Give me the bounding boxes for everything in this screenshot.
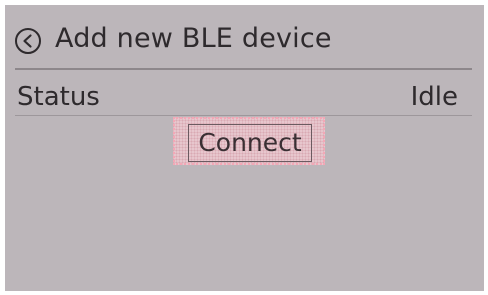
status-label: Status [17, 82, 100, 112]
header-divider [15, 68, 472, 70]
ble-device-screen: Add new BLE device Status Idle Connect [5, 5, 484, 291]
status-row: Status Idle [5, 77, 484, 117]
back-button[interactable] [14, 27, 42, 55]
status-divider [15, 115, 472, 116]
chevron-left-circle-icon [15, 28, 41, 54]
page-title: Add new BLE device [55, 23, 332, 54]
status-value: Idle [410, 82, 458, 112]
connect-button[interactable]: Connect [188, 124, 312, 162]
header: Add new BLE device [5, 5, 484, 67]
